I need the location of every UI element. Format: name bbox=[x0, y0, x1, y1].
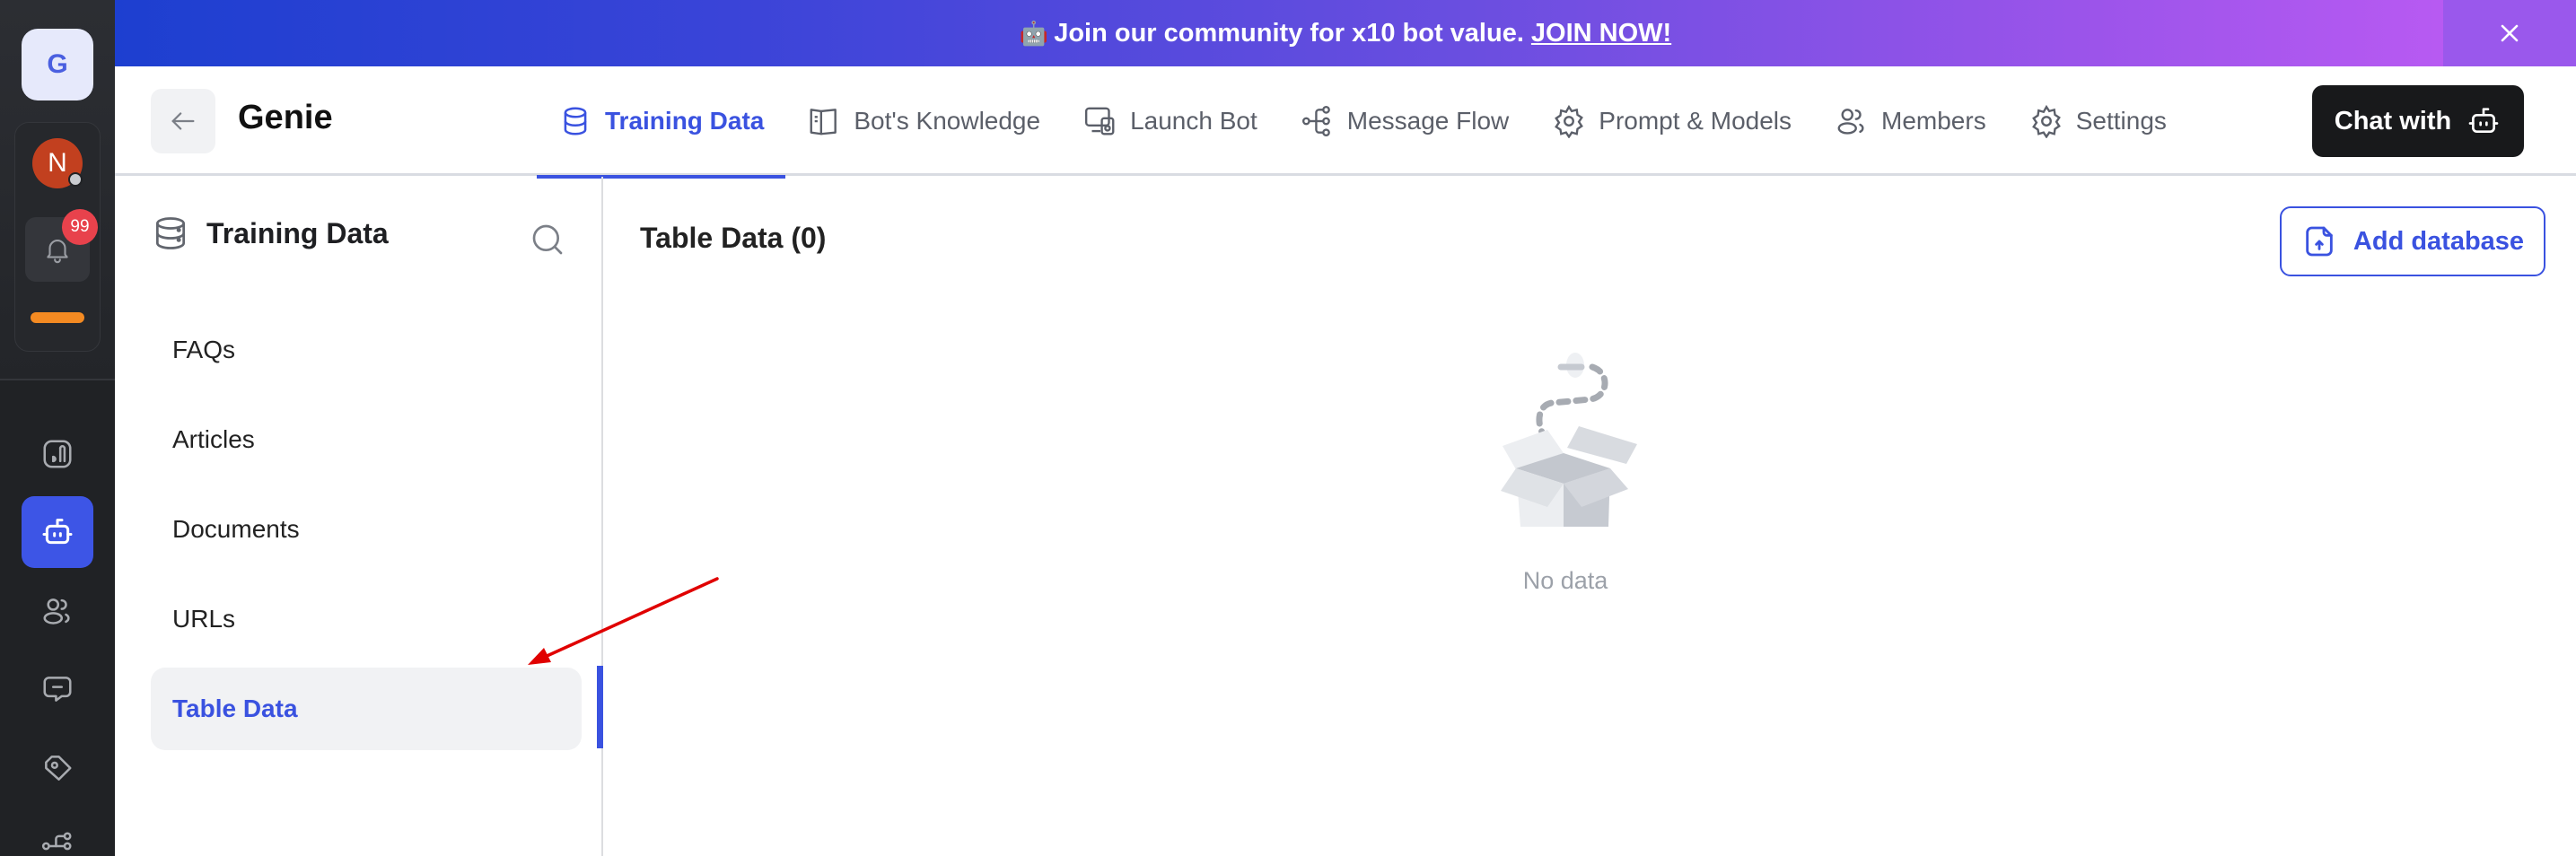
chat-button-label: Chat with bbox=[2334, 106, 2452, 135]
file-upload-icon bbox=[2306, 226, 2333, 257]
tab-label: Settings bbox=[2075, 107, 2167, 135]
tab-label: Prompt & Models bbox=[1599, 107, 1792, 135]
notification-badge: 99 bbox=[62, 209, 98, 245]
bot-name: Genie bbox=[238, 99, 333, 136]
tab-label: Bot's Knowledge bbox=[854, 107, 1041, 135]
tab-message-flow[interactable]: Message Flow bbox=[1279, 66, 1531, 176]
empty-box-icon bbox=[1501, 353, 1637, 545]
empty-state: No data bbox=[1458, 347, 1673, 595]
active-item-marker bbox=[597, 666, 603, 748]
rail-item-messages[interactable] bbox=[22, 653, 93, 725]
list-item-table-data[interactable]: Table Data bbox=[151, 668, 582, 750]
workspace-initial: G bbox=[47, 49, 68, 79]
chat-with-bot-button[interactable]: Chat with bbox=[2312, 85, 2524, 157]
tab-bar: Training Data Bot's Knowledge Launch Bot… bbox=[537, 66, 2188, 179]
add-database-label: Add database bbox=[2353, 226, 2525, 256]
tab-settings[interactable]: Settings bbox=[2008, 66, 2188, 176]
join-now-link[interactable]: JOIN NOW! bbox=[1531, 19, 1671, 48]
arrow-left-icon bbox=[171, 112, 195, 130]
app: G N 99 🤖 Join our community for x10 bot … bbox=[0, 0, 2576, 856]
robot-icon bbox=[2468, 108, 2499, 133]
left-rail: G N 99 bbox=[0, 0, 115, 856]
tab-label: Members bbox=[1881, 107, 1986, 135]
rail-item-analytics[interactable] bbox=[22, 418, 93, 490]
tag-icon bbox=[45, 756, 72, 781]
tab-members[interactable]: Members bbox=[1813, 66, 2008, 176]
gear-icon bbox=[2031, 104, 2061, 138]
promo-banner: 🤖 Join our community for x10 bot value. … bbox=[115, 0, 2576, 66]
robot-emoji-icon: 🤖 bbox=[1019, 19, 1049, 47]
presence-indicator bbox=[68, 172, 83, 187]
database-icon bbox=[155, 217, 186, 249]
workspace-button[interactable]: G bbox=[22, 29, 93, 100]
usage-bar bbox=[31, 312, 84, 323]
training-data-panel: Training Data FAQs Articles Documents UR… bbox=[115, 177, 603, 856]
close-icon bbox=[2501, 24, 2519, 42]
content-title: Table Data (0) bbox=[640, 222, 827, 254]
users-icon bbox=[1837, 109, 1864, 135]
database-icon bbox=[564, 107, 587, 135]
panel-header: Training Data bbox=[151, 213, 389, 254]
panel-search-button[interactable] bbox=[530, 222, 565, 258]
flow-icon bbox=[41, 832, 72, 851]
banner-text: Join our community for x10 bot value. bbox=[1054, 18, 1524, 48]
tab-label: Launch Bot bbox=[1130, 107, 1257, 135]
list-item-documents[interactable]: Documents bbox=[151, 485, 582, 574]
list-item-faqs[interactable]: FAQs bbox=[151, 305, 582, 395]
tab-label: Training Data bbox=[605, 107, 765, 135]
training-data-list: FAQs Articles Documents URLs Table Data bbox=[151, 305, 582, 750]
tab-bots-knowledge[interactable]: Bot's Knowledge bbox=[785, 66, 1062, 176]
book-icon bbox=[810, 109, 837, 135]
rail-item-bots[interactable] bbox=[22, 496, 93, 568]
rail-item-users[interactable] bbox=[22, 575, 93, 647]
launch-device-icon bbox=[1085, 107, 1115, 135]
rail-item-flows[interactable] bbox=[22, 810, 93, 856]
flow-icon bbox=[1301, 105, 1330, 137]
empty-state-text: No data bbox=[1522, 567, 1608, 594]
tab-prompt-models[interactable]: Prompt & Models bbox=[1530, 66, 1813, 176]
banner-message: 🤖 Join our community for x10 bot value. … bbox=[115, 0, 2576, 66]
panel-title: Training Data bbox=[206, 216, 389, 249]
search-icon bbox=[532, 224, 563, 255]
bot-header: Genie Training Data Bot's Knowledge Laun… bbox=[115, 66, 2576, 179]
message-icon bbox=[43, 677, 72, 702]
list-item-articles[interactable]: Articles bbox=[151, 395, 582, 485]
back-button[interactable] bbox=[151, 89, 215, 153]
tab-label: Message Flow bbox=[1346, 107, 1510, 135]
users-icon bbox=[43, 598, 70, 625]
gear-icon bbox=[1555, 104, 1584, 138]
banner-close-button[interactable] bbox=[2443, 0, 2576, 66]
avatar-initial: N bbox=[48, 148, 67, 178]
robot-icon bbox=[42, 519, 73, 545]
main-content: Table Data (0) Add database No data bbox=[605, 177, 2576, 856]
list-item-urls[interactable]: URLs bbox=[151, 574, 582, 664]
bar-chart-icon bbox=[43, 440, 72, 468]
rail-item-tags[interactable] bbox=[22, 732, 93, 804]
tab-training-data[interactable]: Training Data bbox=[537, 66, 786, 179]
add-database-button[interactable]: Add database bbox=[2280, 206, 2545, 276]
tab-launch-bot[interactable]: Launch Bot bbox=[1062, 66, 1279, 176]
